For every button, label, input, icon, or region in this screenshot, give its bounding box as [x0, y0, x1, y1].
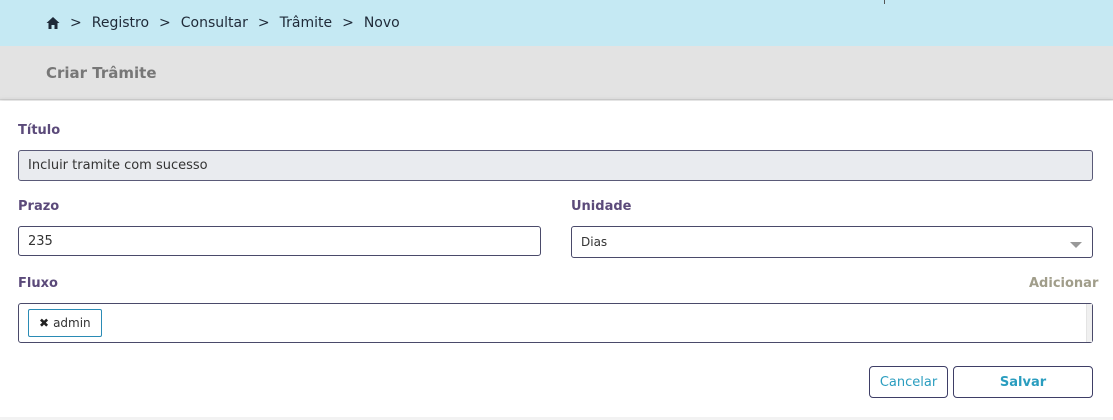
fluxo-label: Fluxo — [18, 276, 58, 291]
page-title: Criar Trâmite — [46, 64, 157, 82]
breadcrumb-separator: > — [159, 15, 171, 31]
fluxo-tag[interactable]: ✖ admin — [28, 309, 102, 337]
breadcrumb-separator: > — [70, 15, 82, 31]
titulo-label: Título — [18, 123, 61, 138]
form-panel: Título Incluir tramite com sucesso Prazo… — [0, 101, 1113, 417]
chevron-down-icon — [1070, 242, 1082, 248]
unidade-select[interactable]: Dias — [571, 226, 1093, 258]
breadcrumb-separator: > — [342, 15, 354, 31]
scrollbar[interactable] — [1086, 304, 1092, 342]
breadcrumb-item-novo: Novo — [363, 15, 400, 31]
breadcrumb-item-consultar[interactable]: Consultar — [181, 15, 248, 31]
home-icon[interactable] — [46, 16, 60, 30]
breadcrumb-item-tramite[interactable]: Trâmite — [280, 15, 332, 31]
breadcrumb-item-registro[interactable]: Registro — [92, 15, 149, 31]
prazo-value: 235 — [28, 233, 53, 249]
titulo-value: Incluir tramite com sucesso — [28, 158, 208, 173]
unidade-value: Dias — [581, 235, 608, 249]
cancel-button[interactable]: Cancelar — [869, 366, 948, 398]
page-header: Criar Trâmite — [0, 46, 1113, 100]
prazo-input[interactable]: 235 — [18, 226, 541, 256]
fluxo-field[interactable]: ✖ admin — [18, 303, 1093, 343]
breadcrumb: > Registro > Consultar > Trâmite > Novo — [46, 15, 400, 31]
close-icon[interactable]: ✖ — [39, 316, 49, 330]
breadcrumb-separator: > — [257, 15, 270, 31]
save-button[interactable]: Salvar — [953, 366, 1093, 398]
top-divider — [884, 0, 885, 4]
fluxo-tag-label: admin — [53, 316, 91, 330]
titulo-field[interactable]: Incluir tramite com sucesso — [18, 150, 1093, 181]
prazo-label: Prazo — [18, 199, 60, 214]
breadcrumb-bar: > Registro > Consultar > Trâmite > Novo — [0, 0, 1113, 46]
unidade-label: Unidade — [571, 199, 632, 214]
adicionar-link[interactable]: Adicionar — [1029, 276, 1098, 291]
